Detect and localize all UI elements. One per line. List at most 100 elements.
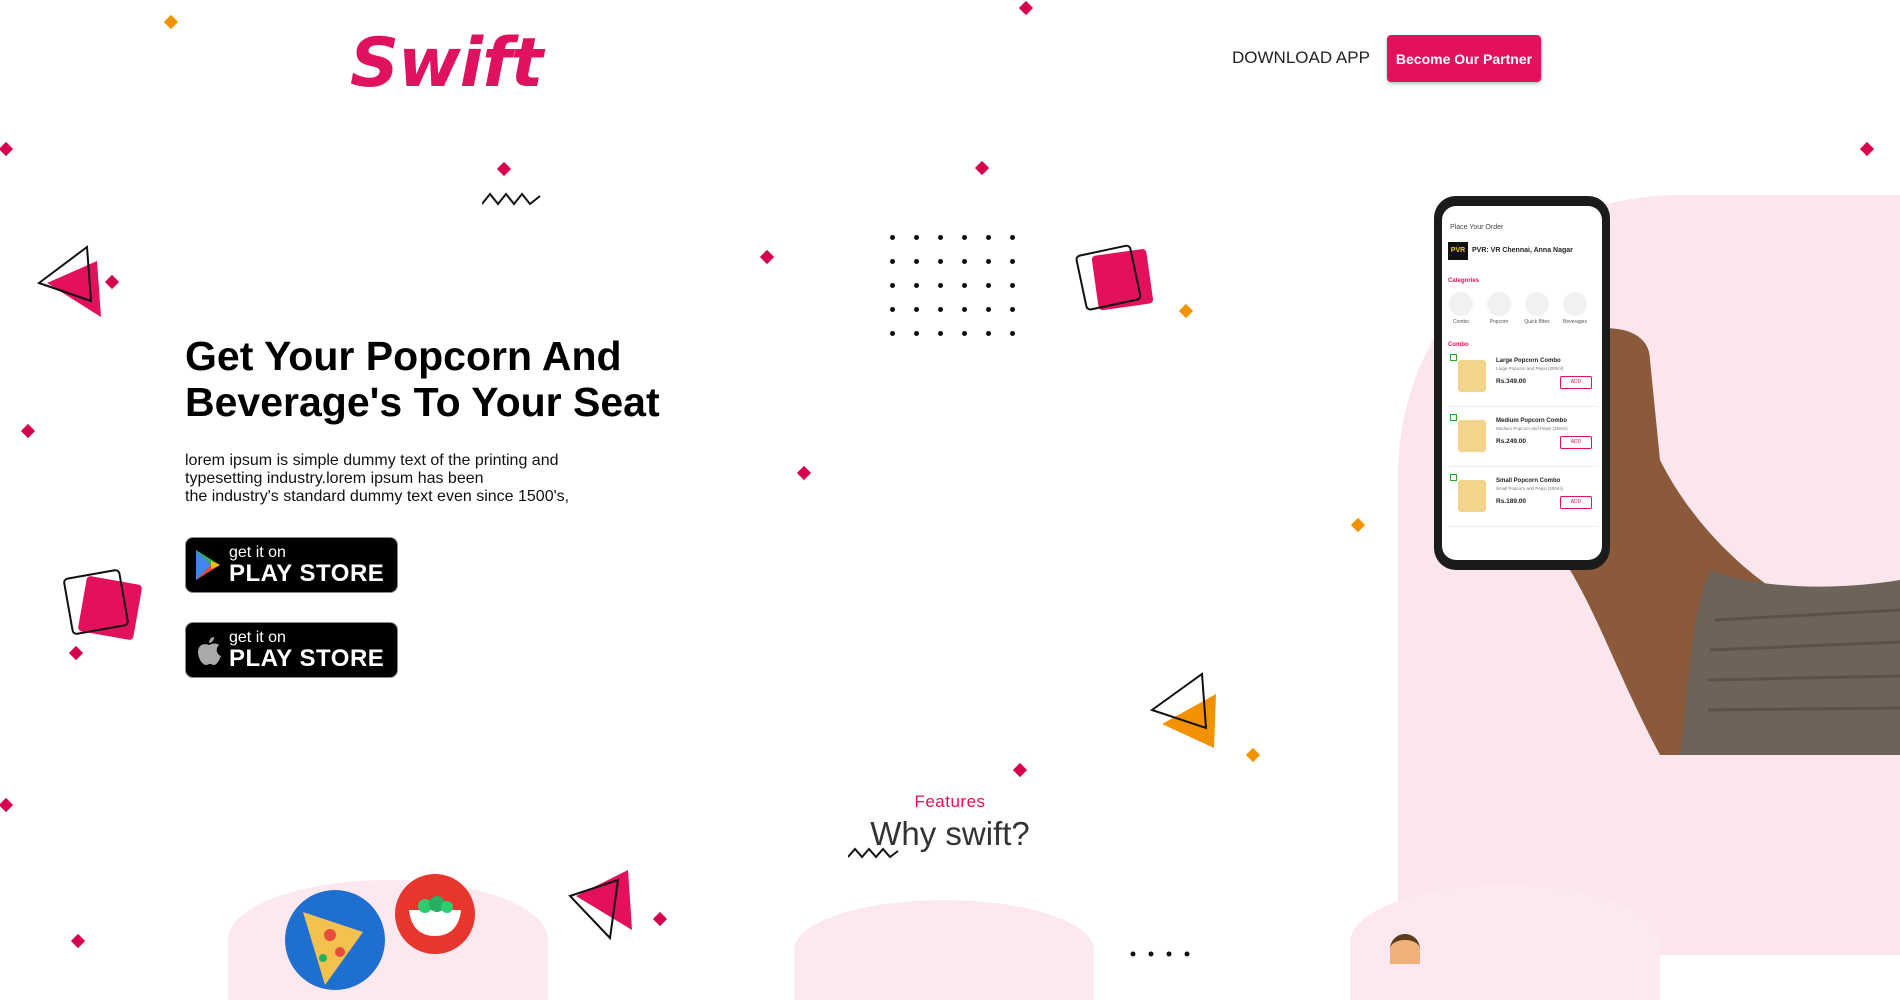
item-price: Rs.249.00: [1496, 438, 1526, 445]
decor-dot: [986, 307, 991, 312]
download-app-link[interactable]: DOWNLOAD APP: [1232, 48, 1370, 68]
app-store-button[interactable]: get it on PLAY STORE: [185, 622, 398, 678]
hero-description-line: typesetting industry.lorem ipsum has bee…: [185, 470, 484, 487]
item-price: Rs.349.00: [1496, 378, 1526, 385]
decor-dot: [1010, 331, 1015, 336]
decor-dot: [890, 235, 895, 240]
person-icon: [1390, 934, 1420, 964]
hero-description-line: lorem ipsum is simple dummy text of the …: [185, 452, 559, 469]
decor-zigzag: [482, 192, 541, 206]
item-desc: Small Popcorn and Pepsi (200ml): [1496, 486, 1564, 491]
features-label: Features: [914, 792, 986, 811]
decor-diamond: [1012, 762, 1028, 778]
popcorn-thumbnail: [1458, 480, 1486, 512]
feature-blob: [228, 880, 548, 1000]
decor-diamond: [70, 933, 86, 949]
play-store-icon: [196, 550, 220, 580]
swift-logo[interactable]: Swift: [350, 24, 543, 103]
venue-name: PVR: VR Chennai, Anna Nagar: [1472, 247, 1573, 254]
category-label: Beverages: [1563, 319, 1587, 325]
decor-triangle: [36, 245, 101, 317]
decor-dot: [938, 283, 943, 288]
decor-triangle: [568, 870, 632, 941]
dots-decor: [1130, 944, 1210, 957]
decor-dot: [890, 283, 895, 288]
decor-diamond: [1178, 303, 1194, 319]
decor-dot: [962, 235, 967, 240]
features-title: Why swift?: [870, 815, 1030, 852]
veg-icon: [1450, 474, 1457, 481]
decor-dot: [962, 259, 967, 264]
decor-dot: [986, 235, 991, 240]
decor-diamond: [974, 160, 990, 176]
category-label: Popcorn: [1489, 319, 1509, 325]
category-popcorn[interactable]: Popcorn: [1484, 292, 1514, 325]
become-partner-button[interactable]: Become Our Partner: [1387, 35, 1541, 82]
combo-label: Combo: [1448, 342, 1469, 348]
category-beverages[interactable]: Beverages: [1560, 292, 1590, 325]
decor-diamond: [652, 911, 668, 927]
decor-diamond: [68, 645, 84, 661]
decor-diamond: [496, 161, 512, 177]
decor-dot: [914, 235, 919, 240]
decor-dot: [890, 331, 895, 336]
decor-square: [63, 569, 142, 640]
decor-dot: [986, 331, 991, 336]
hero-description-line: the industry's standard dummy text even …: [185, 488, 570, 505]
item-price: Rs.189.00: [1496, 498, 1526, 505]
decor-dot: [914, 331, 919, 336]
category-quick-bites[interactable]: Quick Bites: [1522, 292, 1552, 325]
decor-dot: [1010, 307, 1015, 312]
item-name: Medium Popcorn Combo: [1496, 418, 1567, 424]
salad-icon: [395, 874, 475, 954]
phone-mockup: Place Your Order PVR PVR: VR Chennai, An…: [1434, 196, 1610, 570]
decor-dot: [962, 307, 967, 312]
list-item: Large Popcorn Combo Large Popcorn and Pe…: [1448, 352, 1598, 407]
decor-diamond: [0, 141, 14, 157]
category-combo[interactable]: Combo: [1446, 292, 1476, 325]
add-button[interactable]: ADD: [1560, 496, 1592, 509]
decor-square: [1075, 244, 1153, 311]
add-button[interactable]: ADD: [1560, 376, 1592, 389]
phone-header: Place Your Order: [1450, 224, 1504, 231]
decor-diamond: [1350, 517, 1366, 533]
decor-diamond: [163, 14, 179, 30]
decor-diamond: [1859, 141, 1875, 157]
decor-diamond: [1245, 747, 1261, 763]
decor-dot: [962, 331, 967, 336]
popcorn-thumbnail: [1458, 360, 1486, 392]
category-label: Quick Bites: [1524, 319, 1550, 325]
list-item: Small Popcorn Combo Small Popcorn and Pe…: [1448, 472, 1598, 527]
decor-dot: [986, 259, 991, 264]
popcorn-thumbnail: [1458, 420, 1486, 452]
decor-dot: [938, 235, 943, 240]
decor-diamond: [20, 423, 36, 439]
decor-dot: [890, 259, 895, 264]
list-item: Medium Popcorn Combo Medium Popcorn and …: [1448, 412, 1598, 467]
decor-dot: [938, 307, 943, 312]
decor-dot: [914, 307, 919, 312]
decor-dot: [986, 283, 991, 288]
decor-zigzag: [848, 847, 899, 859]
item-name: Small Popcorn Combo: [1496, 478, 1561, 484]
decor-dot: [1010, 259, 1015, 264]
decor-dot: [938, 331, 943, 336]
feature-blob: [794, 900, 1094, 1000]
decor-dot: [962, 283, 967, 288]
venue-logo: PVR: [1448, 242, 1468, 260]
decor-triangle: [1149, 672, 1216, 748]
decor-diamond: [759, 249, 775, 265]
play-store-button[interactable]: get it on PLAY STORE: [185, 537, 398, 593]
decor-dot-grid: [890, 235, 1020, 336]
veg-icon: [1450, 414, 1457, 421]
decor-dot: [914, 259, 919, 264]
decor-diamond: [1018, 0, 1034, 16]
phone-screen: Place Your Order PVR PVR: VR Chennai, An…: [1442, 206, 1602, 560]
add-button[interactable]: ADD: [1560, 436, 1592, 449]
store-button-big-text: PLAY STORE: [229, 645, 385, 672]
decor-diamond: [796, 465, 812, 481]
pizza-icon: [285, 890, 385, 990]
store-button-big-text: PLAY STORE: [229, 560, 385, 587]
category-label: Combo: [1452, 319, 1470, 325]
item-name: Large Popcorn Combo: [1496, 358, 1561, 364]
